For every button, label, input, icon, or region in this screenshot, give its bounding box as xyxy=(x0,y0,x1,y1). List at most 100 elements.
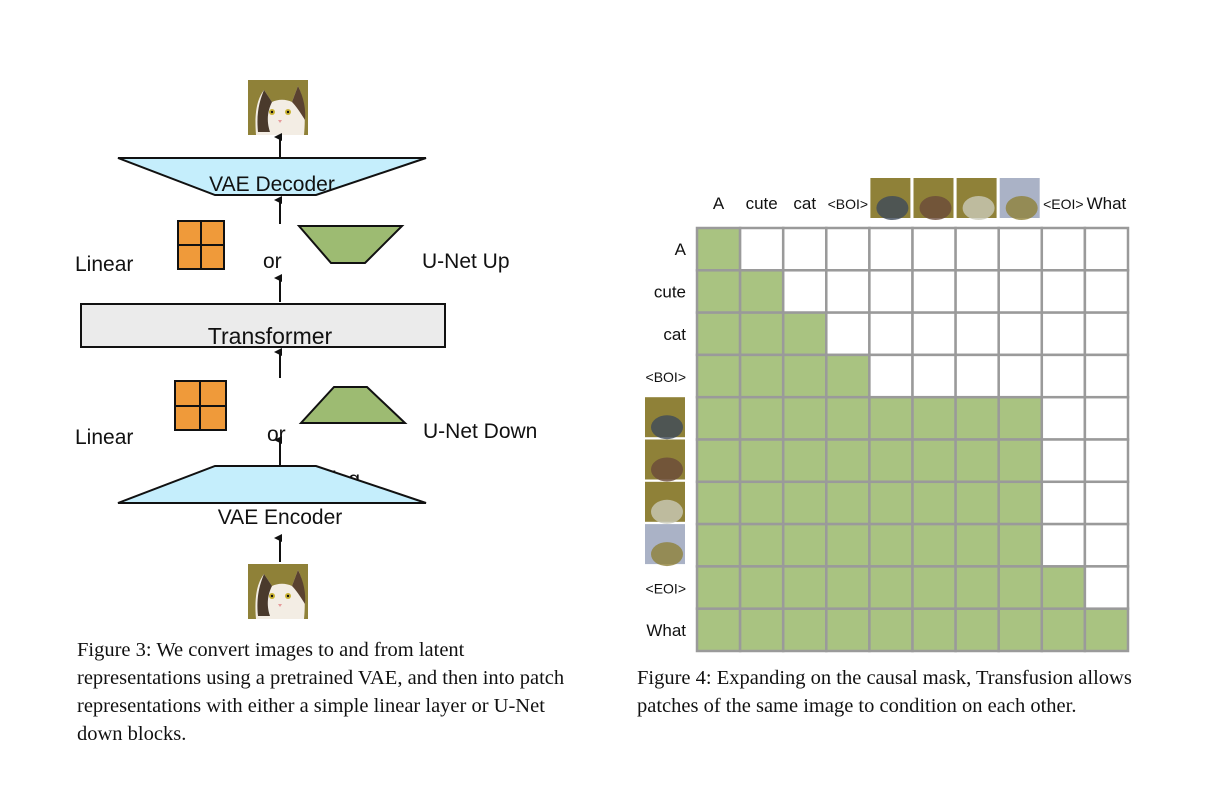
mask-cell-attend xyxy=(695,438,742,484)
mask-cell-blocked xyxy=(868,226,914,272)
mask-cell-blocked xyxy=(738,226,785,272)
row-token-label: cat xyxy=(663,325,686,344)
mask-cell-attend xyxy=(997,607,1044,653)
unet-down-label: U-Net Down xyxy=(423,420,537,443)
column-token-label: <BOI> xyxy=(828,196,868,212)
mask-cell-blocked xyxy=(954,353,1000,399)
mask-cell-attend xyxy=(868,395,914,441)
mask-cell-attend xyxy=(911,438,957,484)
mask-cell-blocked xyxy=(911,353,957,399)
figure-3-caption: Figure 3: We convert images to and from … xyxy=(77,639,565,745)
column-token-label: <EOI> xyxy=(1043,196,1083,212)
mask-cell-blocked xyxy=(954,226,1000,272)
image-patch-thumbnail xyxy=(645,481,685,524)
mask-cell-attend xyxy=(781,395,828,441)
unet-up-label: U-Net Up xyxy=(422,250,510,273)
row-token-label: cute xyxy=(654,282,686,301)
mask-cell-blocked xyxy=(1083,480,1130,526)
mask-cell-attend xyxy=(1040,565,1087,610)
mask-cell-attend xyxy=(825,353,871,399)
mask-cell-attend xyxy=(738,395,785,441)
mask-cell-blocked xyxy=(1040,226,1087,272)
mask-cell-blocked xyxy=(825,226,871,272)
mask-cell-attend xyxy=(911,565,957,610)
image-patch-thumbnail xyxy=(999,178,1040,220)
mask-cell-blocked xyxy=(1040,311,1087,357)
mask-cell-attend xyxy=(695,269,742,314)
mask-cell-attend xyxy=(695,395,742,441)
mask-cell-blocked xyxy=(911,269,957,314)
mask-cell-attend xyxy=(825,480,871,526)
mask-cell-attend xyxy=(954,395,1000,441)
mask-cell-attend xyxy=(997,438,1044,484)
image-patch-thumbnail xyxy=(913,178,954,220)
mask-cell-blocked xyxy=(1040,269,1087,314)
image-patch-thumbnail xyxy=(645,439,685,482)
mask-cell-blocked xyxy=(954,269,1000,314)
mask-cell-blocked xyxy=(1083,353,1130,399)
mask-cell-attend xyxy=(868,480,914,526)
mask-cell-attend xyxy=(781,565,828,610)
mask-cell-attend xyxy=(695,607,742,653)
mask-cell-blocked xyxy=(1083,395,1130,441)
mask-cell-blocked xyxy=(997,311,1044,357)
mask-cell-attend xyxy=(781,353,828,399)
mask-cell-blocked xyxy=(1040,438,1087,484)
linear-bottom-block xyxy=(174,380,227,431)
image-patch-thumbnail xyxy=(645,397,685,440)
mask-cell-attend xyxy=(868,607,914,653)
mask-cell-attend xyxy=(868,522,914,568)
mask-cell-attend xyxy=(997,522,1044,568)
mask-cell-blocked xyxy=(954,311,1000,357)
row-token-label: <BOI> xyxy=(646,369,686,385)
mask-cell-attend xyxy=(738,522,785,568)
row-token-label: A xyxy=(675,240,687,259)
figure-4-caption: Figure 4: Expanding on the causal mask, … xyxy=(637,667,1132,717)
mask-cell-attend xyxy=(954,480,1000,526)
mask-cell-attend xyxy=(781,438,828,484)
mask-cell-attend xyxy=(695,522,742,568)
figure-4-attention-mask: AAcutecutecatcat<BOI><BOI><EOI><EOI>What… xyxy=(645,178,1130,653)
mask-cell-attend xyxy=(997,480,1044,526)
mask-cell-attend xyxy=(997,565,1044,610)
column-token-label: cute xyxy=(746,194,778,213)
mask-cell-attend xyxy=(911,522,957,568)
mask-cell-blocked xyxy=(1083,522,1130,568)
mask-cell-blocked xyxy=(911,311,957,357)
mask-cell-attend xyxy=(738,353,785,399)
mask-cell-attend xyxy=(781,480,828,526)
column-token-label: A xyxy=(713,194,725,213)
mask-cell-attend xyxy=(1040,607,1087,653)
mask-cell-attend xyxy=(695,565,742,610)
linear-bottom-label: Linear xyxy=(75,426,133,449)
row-token-label: What xyxy=(646,621,686,640)
mask-cell-blocked xyxy=(1040,395,1087,441)
mask-cell-attend xyxy=(954,607,1000,653)
mask-cell-attend xyxy=(911,480,957,526)
mask-cell-attend xyxy=(738,565,785,610)
mask-cell-attend xyxy=(911,607,957,653)
mask-cell-attend xyxy=(954,565,1000,610)
mask-cell-attend xyxy=(911,395,957,441)
unet-up-block xyxy=(296,225,405,264)
mask-cell-blocked xyxy=(1040,353,1087,399)
row-token-label: <EOI> xyxy=(646,581,686,597)
mask-cell-attend xyxy=(954,438,1000,484)
mask-cell-blocked xyxy=(1083,438,1130,484)
mask-cell-attend xyxy=(738,607,785,653)
vae-encoder-label: VAE Encoder xyxy=(218,506,343,529)
mask-cell-blocked xyxy=(1083,565,1130,610)
column-token-label: cat xyxy=(793,194,816,213)
unet-down-block xyxy=(298,386,408,424)
mask-cell-attend xyxy=(738,480,785,526)
mask-cell-attend xyxy=(868,438,914,484)
mask-cell-attend xyxy=(825,607,871,653)
mask-cell-attend xyxy=(695,353,742,399)
figure-3-diagram: VAE Decoder Linear or U-Net Up Transform… xyxy=(75,80,537,619)
mask-cell-attend xyxy=(1083,607,1130,653)
mask-cell-attend xyxy=(825,438,871,484)
mask-cell-blocked xyxy=(825,311,871,357)
mask-cell-blocked xyxy=(868,311,914,357)
mask-cell-blocked xyxy=(997,353,1044,399)
mask-cell-blocked xyxy=(868,353,914,399)
